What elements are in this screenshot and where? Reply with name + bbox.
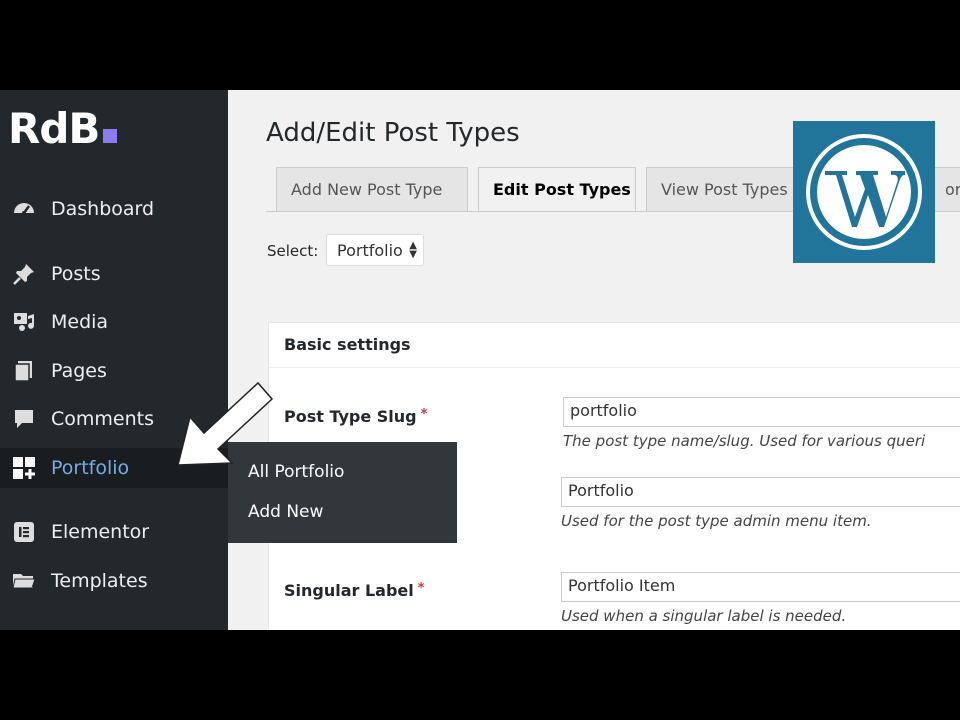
field-label-text: Post Type Slug (284, 407, 417, 426)
pin-icon (11, 261, 37, 287)
folder-icon (11, 568, 37, 594)
tab-view-post-types[interactable]: View Post Types (646, 167, 816, 211)
logo-dot (103, 129, 118, 143)
pointer-arrow-icon (177, 381, 274, 466)
sidebar-item-label: Media (51, 311, 109, 333)
sidebar-item-label: Elementor (51, 521, 150, 543)
flyout-item-add-new[interactable]: Add New (248, 502, 323, 522)
sidebar-item-label: Pages (51, 360, 107, 382)
sidebar-item-dashboard[interactable]: Dashboard (0, 189, 228, 229)
comment-icon (11, 406, 37, 432)
select-value: Portfolio (337, 240, 403, 260)
sidebar-item-label: Templates (51, 570, 148, 592)
panel-title: Basic settings (284, 335, 411, 354)
site-logo[interactable]: RdB (8, 104, 118, 153)
tab-edit-post-types[interactable]: Edit Post Types (478, 167, 636, 211)
select-arrows-icon: ▲ ▼ (409, 240, 417, 260)
portfolio-icon (11, 455, 37, 481)
sidebar-item-posts[interactable]: Posts (0, 254, 228, 294)
sidebar-item-label: Portfolio (51, 457, 130, 479)
admin-sidebar: RdB Dashboard Posts Media Pages Comments… (0, 90, 228, 630)
wordpress-w-icon (806, 134, 922, 250)
page-title: Add/Edit Post Types (266, 118, 520, 148)
field-label-text: Singular Label (284, 581, 414, 600)
singular-label-input[interactable]: Portfolio Item (561, 572, 960, 602)
post-type-slug-label: Post Type Slug * (284, 407, 427, 426)
plural-label-input[interactable]: Portfolio (561, 477, 960, 507)
required-marker: * (420, 407, 428, 422)
tab-add-new-post-type[interactable]: Add New Post Type (276, 167, 468, 211)
sidebar-item-templates[interactable]: Templates (0, 561, 228, 601)
app-frame: RdB Dashboard Posts Media Pages Comments… (0, 90, 960, 630)
pages-icon (11, 358, 37, 384)
post-type-select[interactable]: Portfolio ▲ ▼ (326, 234, 424, 266)
singular-label-desc: Used when a singular label is needed. (561, 607, 847, 625)
media-icon (11, 309, 37, 335)
wordpress-logo (793, 121, 935, 263)
sidebar-item-label: Posts (51, 263, 101, 285)
panel-header: Basic settings (269, 323, 960, 368)
elementor-icon (11, 519, 37, 545)
logo-text: RdB (8, 104, 100, 153)
sidebar-item-elementor[interactable]: Elementor (0, 512, 228, 552)
main-content: Add/Edit Post Types Add New Post Type Ed… (228, 90, 960, 630)
sidebar-item-label: Comments (51, 408, 154, 430)
required-marker: * (417, 581, 425, 596)
singular-label-label: Singular Label * (284, 581, 425, 600)
select-label: Select: (267, 242, 319, 260)
sidebar-item-media[interactable]: Media (0, 302, 228, 342)
post-type-slug-input[interactable]: portfolio (563, 397, 960, 427)
plural-label-desc: Used for the post type admin menu item. (561, 512, 872, 530)
post-type-slug-desc: The post type name/slug. Used for variou… (563, 432, 926, 450)
dashboard-icon (11, 196, 37, 222)
sidebar-item-label: Dashboard (51, 198, 155, 220)
